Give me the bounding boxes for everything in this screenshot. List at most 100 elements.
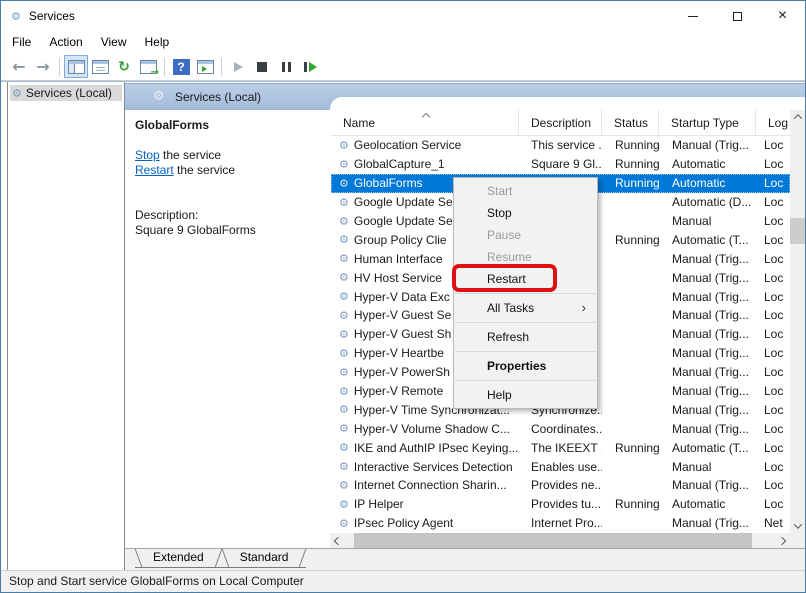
service-name-cell: ⚙Internet Connection Sharin...	[331, 478, 519, 492]
service-name-cell: ⚙IPsec Policy Agent	[331, 516, 519, 530]
table-row[interactable]: ⚙Hyper-V Volume Shadow C...Coordinates..…	[331, 419, 790, 438]
scroll-right-button[interactable]	[776, 533, 790, 548]
service-logon-cell: Loc	[756, 384, 790, 398]
service-startup-cell: Manual	[659, 460, 756, 474]
service-name-text: IP Helper	[354, 497, 404, 511]
refresh-icon: ↻	[118, 60, 130, 74]
column-header-description[interactable]: Description	[519, 110, 602, 135]
menu-help[interactable]: Help	[136, 31, 179, 53]
status-bar: Stop and Start service GlobalForms on Lo…	[1, 570, 805, 592]
chevron-left-icon	[334, 536, 342, 544]
context-menu-item-start[interactable]: Start	[454, 180, 597, 202]
table-row[interactable]: ⚙Geolocation ServiceThis service ...Runn…	[331, 136, 790, 155]
column-header-startup-type[interactable]: Startup Type	[659, 110, 756, 135]
service-logon-cell: Loc	[756, 138, 790, 152]
service-gear-icon: ⚙	[339, 197, 349, 208]
service-startup-cell: Manual (Trig...	[659, 138, 756, 152]
start-service-button[interactable]	[226, 55, 250, 78]
tree-item-services-local[interactable]: ⚙ Services (Local)	[10, 85, 122, 101]
show-action-pane-button[interactable]	[193, 55, 217, 78]
service-startup-cell: Manual (Trig...	[659, 365, 756, 379]
context-menu-item-stop[interactable]: Stop	[454, 202, 597, 224]
service-status-cell: Running	[602, 233, 659, 247]
service-name-text: Interactive Services Detection	[354, 460, 513, 474]
scroll-up-button[interactable]	[790, 110, 805, 124]
service-name-text: Hyper-V Volume Shadow C...	[354, 422, 510, 436]
service-status-cell: Running	[602, 176, 659, 190]
table-row[interactable]: ⚙GlobalCapture_1Square 9 Gl...RunningAut…	[331, 155, 790, 174]
minimize-button[interactable]	[670, 1, 715, 31]
service-gear-icon: ⚙	[339, 140, 349, 151]
scroll-left-button[interactable]	[330, 533, 344, 548]
service-name-text: IKE and AuthIP IPsec Keying...	[354, 441, 519, 455]
table-row[interactable]: ⚙Interactive Services DetectionEnables u…	[331, 457, 790, 476]
service-description-panel: GlobalForms Stop the serviceRestart the …	[125, 110, 330, 548]
window-title: Services	[29, 9, 75, 23]
table-row[interactable]: ⚙Internet Connection Sharin...Provides n…	[331, 476, 790, 495]
export-list-button[interactable]: →	[136, 55, 160, 78]
close-button[interactable]: ×	[760, 1, 805, 31]
scroll-down-button[interactable]	[790, 519, 805, 533]
service-logon-cell: Loc	[756, 422, 790, 436]
stop-service-link[interactable]: Stop	[135, 148, 160, 162]
tab-extended[interactable]: Extended	[135, 549, 222, 568]
action-rest-text: the service	[174, 163, 235, 177]
help-button[interactable]: ?	[169, 55, 193, 78]
service-startup-cell: Automatic (T...	[659, 233, 756, 247]
service-description-cell: Provides ne...	[519, 478, 602, 492]
back-button[interactable]: ←	[7, 55, 31, 78]
service-status-cell: Running	[602, 138, 659, 152]
vertical-scroll-thumb[interactable]	[790, 218, 805, 244]
menu-action[interactable]: Action	[40, 31, 91, 53]
service-gear-icon: ⚙	[339, 216, 349, 227]
service-name-text: Geolocation Service	[354, 138, 461, 152]
horizontal-scrollbar[interactable]	[330, 533, 790, 548]
service-startup-cell: Automatic (T...	[659, 441, 756, 455]
service-status-cell: Running	[602, 441, 659, 455]
services-gear-icon: ⚙	[11, 11, 21, 22]
tab-standard[interactable]: Standard	[222, 549, 307, 568]
column-header-log[interactable]: Log	[756, 110, 790, 135]
help-icon: ?	[173, 59, 190, 75]
service-logon-cell: Loc	[756, 271, 790, 285]
service-name-text: GlobalCapture_1	[354, 157, 445, 171]
menu-file[interactable]: File	[3, 31, 40, 53]
minimize-icon	[688, 16, 698, 17]
column-header-name[interactable]: Name	[331, 110, 519, 135]
service-name-text: Hyper-V Heartbe	[354, 346, 444, 360]
context-menu-item-refresh[interactable]: Refresh	[454, 326, 597, 348]
forward-button[interactable]: →	[31, 55, 55, 78]
show-console-tree-button[interactable]	[64, 55, 88, 78]
service-gear-icon: ⚙	[339, 518, 349, 529]
table-row[interactable]: ⚙IPsec Policy AgentInternet Pro...Manual…	[331, 514, 790, 533]
context-menu-item-properties[interactable]: Properties	[454, 355, 597, 377]
pause-service-button[interactable]	[274, 55, 298, 78]
vertical-scrollbar[interactable]	[790, 110, 805, 533]
restart-service-link[interactable]: Restart	[135, 163, 174, 177]
chevron-down-icon	[793, 520, 801, 528]
context-menu-item-pause[interactable]: Pause	[454, 224, 597, 246]
refresh-button[interactable]: ↻	[112, 55, 136, 78]
column-header-status[interactable]: Status	[602, 110, 659, 135]
action-rest-text: the service	[160, 148, 221, 162]
restart-service-button[interactable]	[298, 55, 322, 78]
horizontal-scroll-thumb[interactable]	[354, 533, 752, 548]
maximize-button[interactable]	[715, 1, 760, 31]
service-startup-cell: Manual (Trig...	[659, 327, 756, 341]
table-row[interactable]: ⚙IP HelperProvides tu...RunningAutomatic…	[331, 495, 790, 514]
services-gear-icon: ⚙	[153, 90, 165, 103]
service-name-text: Human Interface	[354, 252, 443, 266]
menu-separator	[455, 293, 596, 294]
service-logon-cell: Loc	[756, 365, 790, 379]
table-row[interactable]: ⚙IKE and AuthIP IPsec Keying...The IKEEX…	[331, 438, 790, 457]
toolbar-separator	[59, 58, 60, 76]
properties-button[interactable]	[88, 55, 112, 78]
context-menu-item-all-tasks[interactable]: All Tasks›	[454, 297, 597, 319]
toolbar-separator	[164, 58, 165, 76]
stop-service-button[interactable]	[250, 55, 274, 78]
restart-service-line: Restart the service	[135, 163, 330, 178]
service-name-cell: ⚙Interactive Services Detection	[331, 460, 519, 474]
context-menu-item-help[interactable]: Help	[454, 384, 597, 406]
stop-service-line: Stop the service	[135, 148, 330, 163]
menu-view[interactable]: View	[92, 31, 136, 53]
